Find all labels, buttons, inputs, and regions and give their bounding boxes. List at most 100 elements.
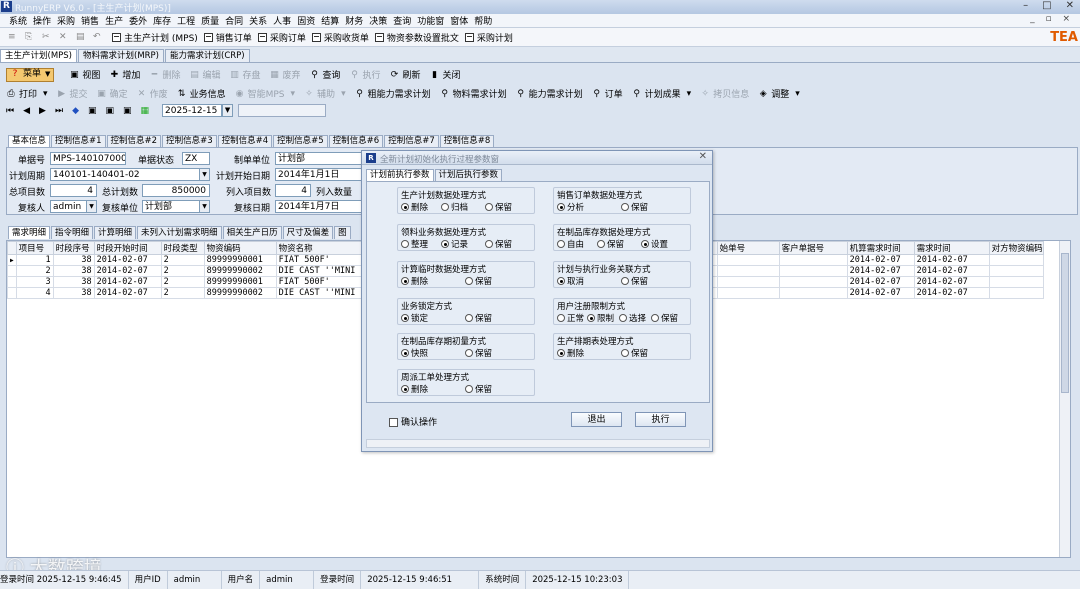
toolbar-b-button[interactable]: ✧ 辅助 ▾ — [304, 87, 345, 101]
toolbar-a-button[interactable]: ▤ 编辑 — [189, 68, 220, 82]
radio-icon[interactable] — [465, 385, 473, 393]
radio-icon[interactable] — [621, 277, 629, 285]
dialog-tab-1[interactable]: 计划后执行参数 — [434, 169, 503, 181]
radio-option[interactable]: 正常 — [557, 312, 584, 324]
table-cell[interactable]: 2014-02-07 — [913, 265, 990, 277]
review-date-field[interactable]: 2014年1月7日 — [275, 200, 363, 213]
toolbar-b-button[interactable]: ⇅ 业务信息 — [177, 87, 226, 101]
radio-icon[interactable] — [401, 240, 409, 248]
radio-option[interactable]: 保留 — [651, 312, 678, 324]
period-select[interactable]: 140101-140401-02 ▼ — [50, 168, 210, 181]
table-cell[interactable]: 89999990002 — [203, 265, 277, 277]
toolbar-b-button[interactable]: ⚲ 能力需求计划 — [516, 87, 582, 101]
toolbar-b-button[interactable]: ◈ 调整 ▾ — [758, 87, 800, 101]
table-cell[interactable] — [988, 254, 1044, 266]
toolbar-b-button[interactable]: ⎙ 打印 ▾ — [6, 87, 47, 101]
menu-item[interactable]: 销售 — [78, 14, 102, 27]
toolbar-a-button[interactable]: ⚲ 查询 — [310, 68, 340, 82]
table-cell[interactable]: 2 — [160, 265, 205, 277]
dialog-titlebar[interactable]: R 全新计划初始化执行过程参数窗 ✕ — [362, 151, 712, 165]
radio-option[interactable]: 取消 — [557, 275, 584, 287]
table-cell[interactable]: DIE CAST ''MINI C — [275, 287, 370, 299]
radio-option[interactable]: 限制 — [587, 312, 614, 324]
column-header[interactable]: 物资编码 — [203, 241, 277, 255]
radio-option[interactable]: 保留 — [621, 275, 648, 287]
table-cell[interactable]: 2014-02-07 — [913, 254, 990, 266]
horizontal-scrollbar[interactable] — [366, 439, 710, 448]
column-header[interactable]: 机算需求时间 — [846, 241, 915, 255]
radio-icon[interactable] — [465, 277, 473, 285]
table-cell[interactable]: 89999990001 — [203, 276, 277, 288]
radio-option[interactable]: 保留 — [465, 312, 492, 324]
grid-icon[interactable]: ≡ — [8, 32, 17, 42]
table-cell[interactable]: 2014-02-07 — [913, 287, 990, 299]
menu-item[interactable]: 帮助 — [471, 14, 495, 27]
table-cell[interactable] — [988, 276, 1044, 288]
radio-icon[interactable] — [441, 203, 449, 211]
table-cell[interactable] — [716, 287, 780, 299]
copy-icon[interactable]: ⎘ — [25, 32, 34, 42]
table-cell[interactable] — [716, 254, 780, 266]
image-icon[interactable]: ▣ — [106, 106, 115, 116]
radio-icon[interactable] — [401, 314, 409, 322]
column-header[interactable]: 对方物资编码 — [988, 241, 1044, 255]
total-items-field[interactable]: 4 — [50, 184, 97, 197]
minimize-icon[interactable]: – — [1023, 0, 1028, 11]
save-icon[interactable]: ▣ — [88, 106, 97, 116]
menu-item[interactable]: 决策 — [366, 14, 390, 27]
radio-icon[interactable] — [465, 314, 473, 322]
radio-option[interactable]: 保留 — [465, 383, 492, 395]
first-record-icon[interactable]: ⏮ — [6, 106, 14, 116]
search-box[interactable] — [238, 104, 327, 117]
quick-item[interactable]: 采购计划 — [464, 31, 513, 44]
toolbar-b-button[interactable]: ✧ 拷贝信息 — [700, 87, 749, 101]
menu-item[interactable]: 关系 — [246, 14, 270, 27]
info-tab-3[interactable]: 控制信息#3 — [162, 135, 217, 147]
quick-item[interactable]: 采购收货单 — [311, 31, 369, 44]
radio-icon[interactable] — [485, 240, 493, 248]
tag-icon[interactable]: ◆ — [72, 106, 79, 116]
toolbar-a-button[interactable]: ▮ 关闭 — [430, 68, 461, 82]
table-cell[interactable]: 2014-02-07 — [846, 287, 915, 299]
menu-item[interactable]: 生产 — [102, 14, 126, 27]
table-cell[interactable]: 38 — [52, 287, 95, 299]
menu-item[interactable]: 委外 — [126, 14, 150, 27]
toolbar-b-button[interactable]: ⚲ 计划成果 ▾ — [632, 87, 691, 101]
radio-icon[interactable] — [441, 240, 449, 248]
table-cell[interactable]: 89999990001 — [203, 254, 277, 266]
table-cell[interactable] — [778, 254, 848, 266]
menu-item[interactable]: 质量 — [198, 14, 222, 27]
menu-item[interactable]: 固资 — [294, 14, 318, 27]
quick-item[interactable]: 采购订单 — [257, 31, 306, 44]
info-tab-4[interactable]: 控制信息#4 — [217, 135, 273, 147]
table-cell[interactable] — [988, 265, 1044, 277]
main-tab-0[interactable]: 主生产计划(MPS) — [0, 49, 77, 62]
close-icon[interactable]: ✕ — [699, 151, 707, 162]
table-cell[interactable]: 2014-02-07 — [93, 254, 162, 266]
info-tab-2[interactable]: 控制信息#2 — [106, 135, 162, 147]
radio-option[interactable]: 删除 — [557, 347, 584, 359]
radio-icon[interactable] — [401, 277, 409, 285]
column-header[interactable]: 项目号 — [15, 241, 54, 255]
table-cell[interactable] — [716, 265, 780, 277]
quick-item[interactable]: 物资参数设置批文 — [374, 31, 459, 44]
radio-icon[interactable] — [641, 240, 649, 248]
unit-field[interactable]: 计划部 — [275, 152, 363, 165]
radio-option[interactable]: 保留 — [597, 238, 624, 250]
date-field[interactable]: 2025-12-15 — [162, 104, 223, 117]
date-dropdown-icon[interactable]: ▼ — [222, 104, 234, 117]
radio-option[interactable]: 锁定 — [401, 312, 428, 324]
radio-icon[interactable] — [557, 240, 565, 248]
radio-icon[interactable] — [597, 240, 605, 248]
listed-items-field[interactable]: 4 — [275, 184, 311, 197]
toolbar-b-button[interactable]: ◉ 智能MPS ▾ — [235, 87, 295, 101]
table-cell[interactable]: 1 — [15, 254, 54, 266]
table-cell[interactable]: 2014-02-07 — [846, 265, 915, 277]
table-cell[interactable]: FIAT 500F' — [275, 276, 370, 288]
menu-item[interactable]: 操作 — [30, 14, 54, 27]
table-cell[interactable]: 89999990002 — [203, 287, 277, 299]
checkbox-icon[interactable] — [389, 418, 398, 427]
table-cell[interactable]: 2014-02-07 — [846, 276, 915, 288]
maximize-icon[interactable]: □ — [1042, 0, 1051, 11]
menu-item[interactable]: 工程 — [174, 14, 198, 27]
